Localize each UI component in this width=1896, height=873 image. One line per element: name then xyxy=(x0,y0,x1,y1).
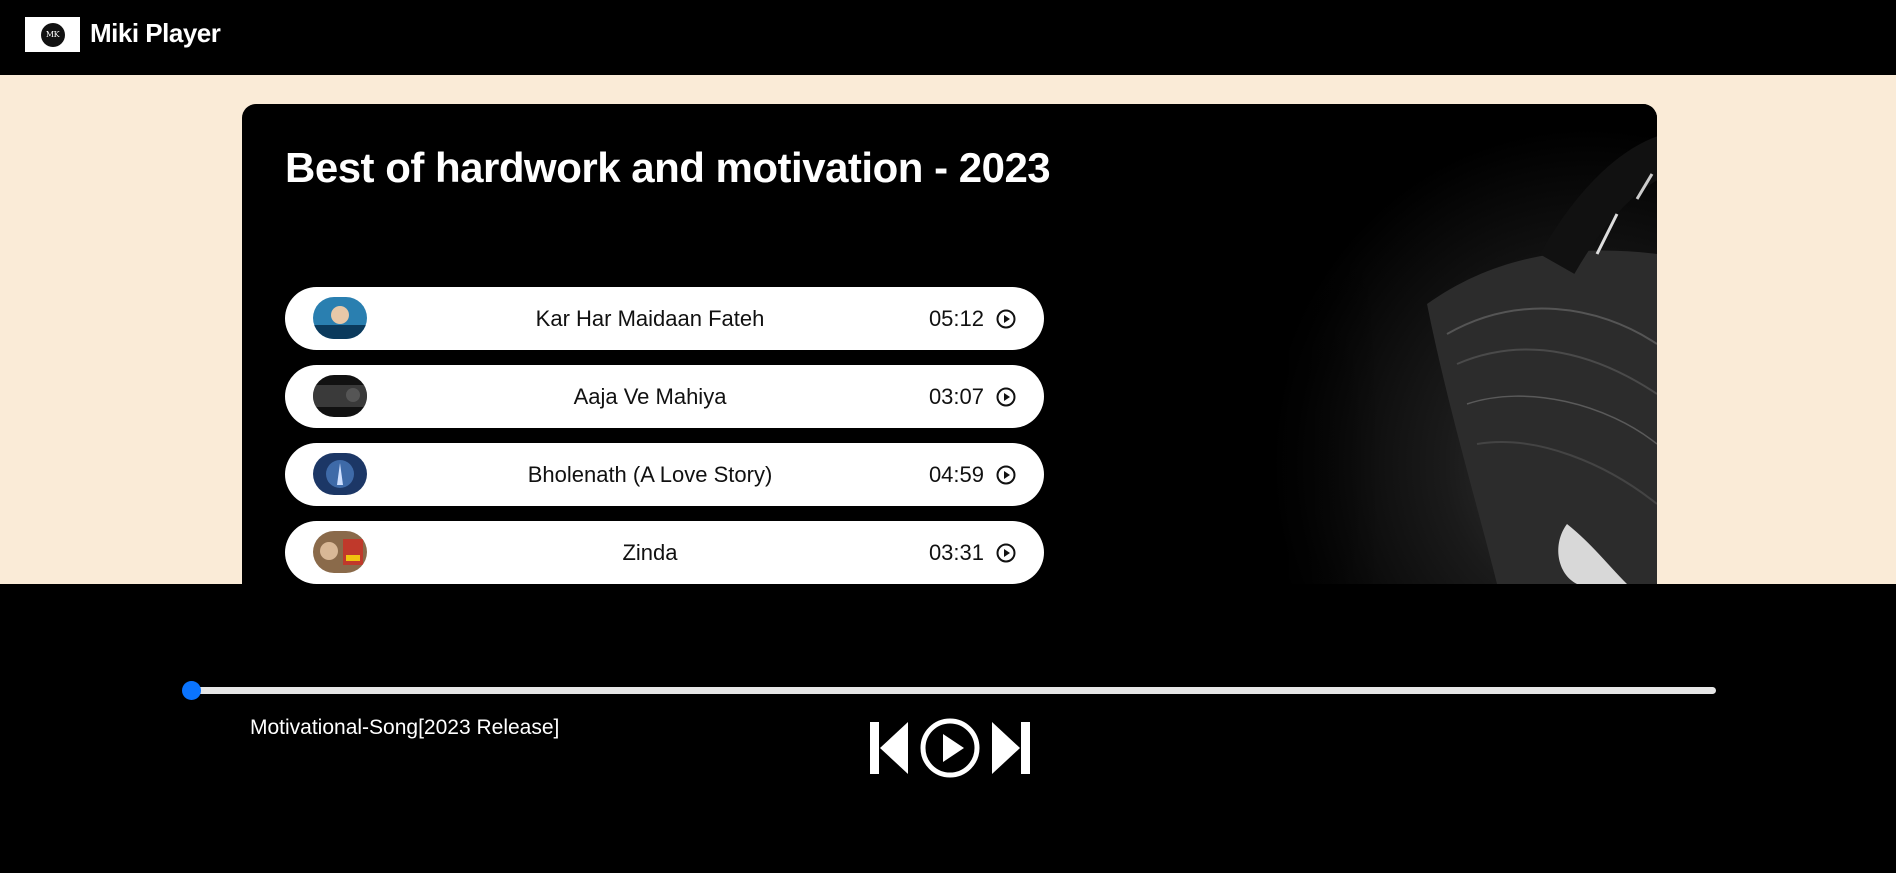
progress-slider[interactable] xyxy=(182,681,1718,700)
skip-back-icon[interactable] xyxy=(868,718,910,778)
skip-forward-icon[interactable] xyxy=(990,718,1032,778)
song-duration: 04:59 xyxy=(928,461,984,487)
play-icon[interactable] xyxy=(920,718,980,778)
song-title: Zinda xyxy=(622,539,678,565)
song-title: Bholenath (A Love Story) xyxy=(527,461,773,487)
progress-track[interactable] xyxy=(192,687,1716,694)
song-title: Aaja Ve Mahiya xyxy=(573,383,727,409)
song-list: Kar Har Maidaan Fateh 05:12 Aaja Ve Mahi… xyxy=(285,287,1044,584)
logo-disc-icon: MK xyxy=(40,22,65,47)
song-item[interactable]: Bholenath (A Love Story) 04:59 xyxy=(285,443,1044,506)
song-item[interactable]: Zinda 03:31 xyxy=(285,521,1044,584)
navbar: MK Miki Player xyxy=(0,0,1896,75)
song-duration: 05:12 xyxy=(928,305,984,331)
song-item[interactable]: Aaja Ve Mahiya 03:07 xyxy=(285,365,1044,428)
playlist-title: Best of hardwork and motivation - 2023 xyxy=(285,144,1051,191)
song-duration: 03:31 xyxy=(928,539,984,565)
playlist-card: Best of hardwork and motivation - 2023 K… xyxy=(242,104,1657,584)
brand-title[interactable]: Miki Player xyxy=(90,18,221,49)
now-playing-title: Motivational-Song[2023 Release] xyxy=(250,716,560,739)
song-duration: 03:07 xyxy=(928,383,984,409)
playback-controls xyxy=(868,718,1032,780)
logo[interactable]: MK xyxy=(25,17,80,52)
play-circle-icon[interactable] xyxy=(996,309,1016,329)
play-circle-icon[interactable] xyxy=(996,543,1016,563)
progress-knob[interactable] xyxy=(182,681,201,700)
song-item[interactable]: Kar Har Maidaan Fateh 05:12 xyxy=(285,287,1044,350)
play-circle-icon[interactable] xyxy=(996,465,1016,485)
song-title: Kar Har Maidaan Fateh xyxy=(535,305,765,331)
play-circle-icon[interactable] xyxy=(996,387,1016,407)
logo-text: MK xyxy=(45,30,60,39)
player-bar: Motivational-Song[2023 Release] xyxy=(0,584,1896,873)
headphones-artwork xyxy=(1197,104,1657,584)
